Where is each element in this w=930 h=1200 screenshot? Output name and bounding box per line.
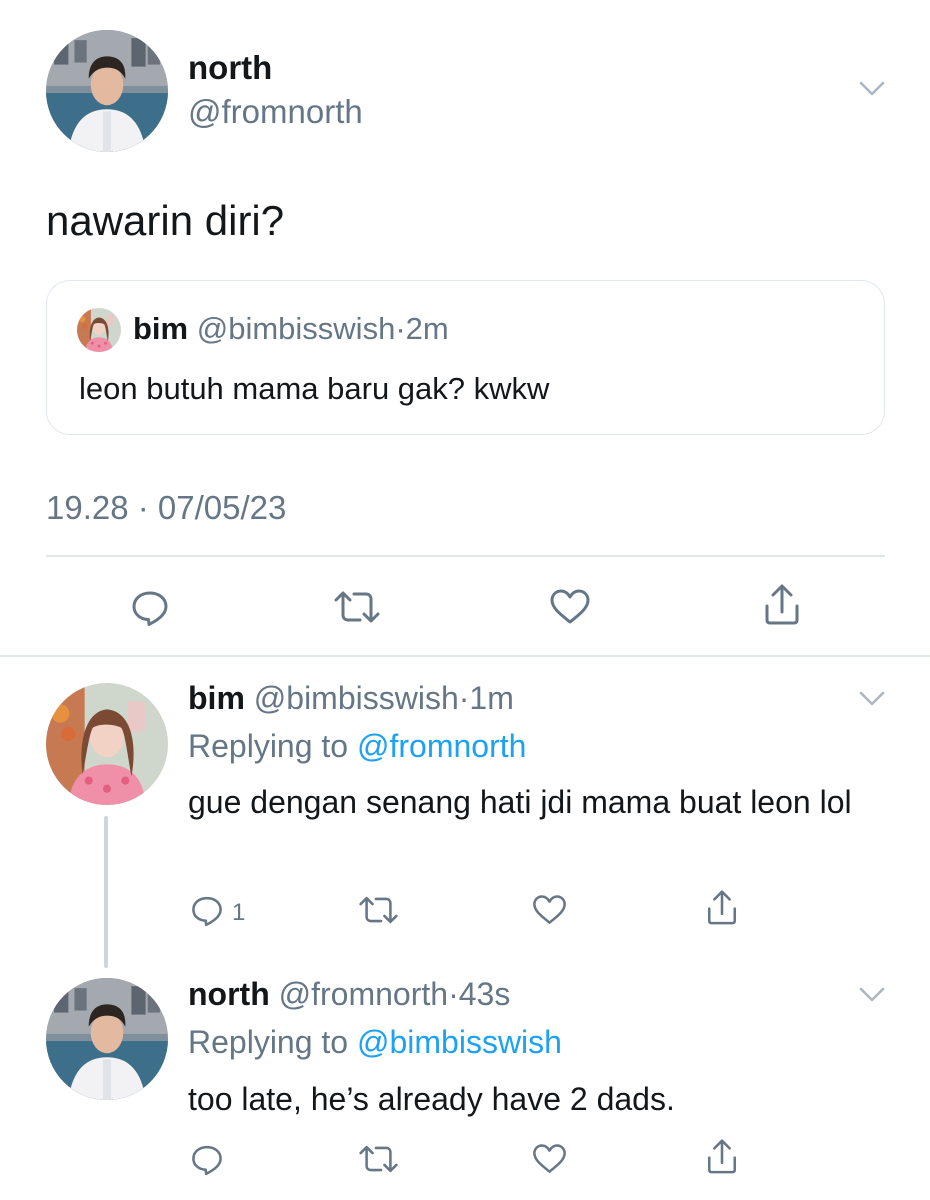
author-name[interactable]: north	[188, 48, 272, 88]
chevron-down-icon[interactable]	[858, 690, 886, 708]
replying-to: Replying to @fromnorth	[188, 726, 526, 766]
like-icon[interactable]	[531, 1142, 568, 1176]
replying-to-link[interactable]: @bimbisswish	[357, 1024, 562, 1060]
retweet-icon[interactable]	[333, 587, 381, 627]
share-icon[interactable]	[762, 582, 802, 626]
reply-text: gue dengan senang hati jdi mama buat leo…	[188, 784, 852, 820]
reply-text: too late, he’s already have 2 dads.	[188, 1081, 675, 1117]
author-handle[interactable]: @fromnorth	[188, 92, 363, 132]
author-avatar[interactable]	[46, 30, 168, 152]
share-icon[interactable]	[705, 1137, 739, 1175]
reply-header: bim @bimbisswish·1m	[188, 678, 514, 718]
reply-separator: ·	[458, 680, 470, 716]
reply-icon[interactable]	[190, 893, 224, 927]
replying-to: Replying to @bimbisswish	[188, 1022, 562, 1062]
retweet-icon[interactable]	[358, 1142, 399, 1176]
reply-avatar[interactable]	[46, 683, 168, 805]
tweet-text: nawarin diri?	[46, 197, 285, 244]
reply-handle[interactable]: @fromnorth	[279, 976, 448, 1012]
retweet-icon[interactable]	[358, 893, 399, 927]
reply-handle[interactable]: @bimbisswish	[254, 680, 459, 716]
reply-header: north @fromnorth·43s	[188, 974, 510, 1014]
reply-icon[interactable]	[190, 1142, 224, 1176]
divider	[46, 555, 885, 557]
reply-name[interactable]: north	[188, 976, 270, 1012]
reply-separator: ·	[448, 976, 459, 1012]
quoted-tweet[interactable]: bim @bimbisswish·2m leon butuh mama baru…	[46, 280, 885, 435]
tweet-timestamp[interactable]: 19.28 · 07/05/23	[46, 488, 286, 528]
quoted-handle: @bimbisswish	[196, 311, 396, 346]
like-icon[interactable]	[531, 893, 568, 927]
replying-prefix: Replying to	[188, 728, 357, 764]
quoted-header: bim @bimbisswish·2m	[133, 309, 449, 349]
replying-prefix: Replying to	[188, 1024, 357, 1060]
reply-icon[interactable]	[130, 587, 170, 627]
share-icon[interactable]	[705, 888, 739, 926]
quoted-text: leon butuh mama baru gak? kwkw	[79, 371, 550, 406]
quoted-avatar	[77, 308, 121, 352]
chevron-down-icon[interactable]	[858, 986, 886, 1004]
reply-count: 1	[232, 899, 246, 926]
thread-line	[104, 816, 108, 968]
reply-name[interactable]: bim	[188, 680, 245, 716]
replying-to-link[interactable]: @fromnorth	[357, 728, 526, 764]
quoted-time: 2m	[405, 311, 449, 346]
divider	[0, 655, 930, 657]
reply-time: 1m	[469, 680, 514, 716]
like-icon[interactable]	[548, 587, 592, 627]
quoted-name: bim	[133, 311, 189, 346]
reply-time: 43s	[458, 976, 511, 1012]
quoted-separator: ·	[395, 311, 406, 346]
reply-avatar[interactable]	[46, 978, 168, 1100]
chevron-down-icon[interactable]	[858, 80, 886, 98]
